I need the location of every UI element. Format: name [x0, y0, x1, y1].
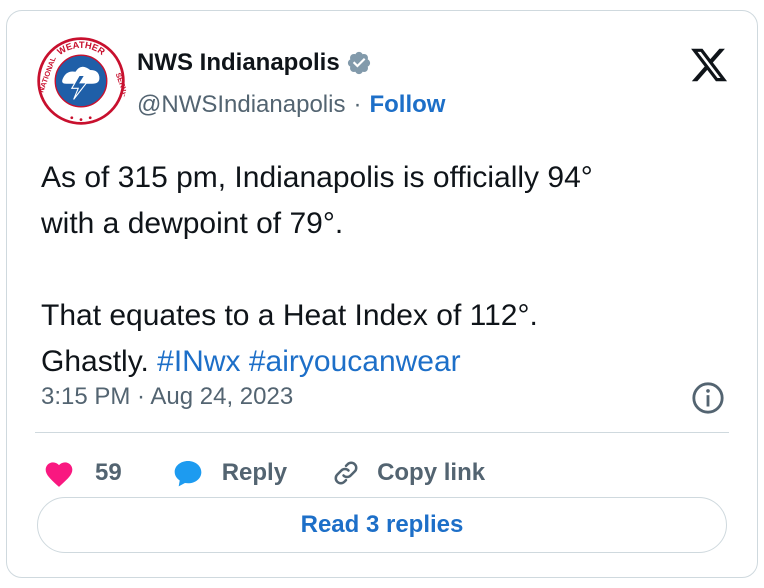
heart-icon: [45, 462, 73, 487]
link-icon: [334, 461, 358, 485]
reply-label: Reply: [221, 459, 288, 486]
reply-button[interactable]: Reply: [172, 458, 287, 488]
like-count: 59: [95, 459, 122, 486]
verified-badge-icon: [347, 51, 370, 75]
copy-link-label: Copy link: [377, 459, 486, 486]
tweet-line-3: That equates to a Heat Index of 112°.: [41, 299, 538, 332]
action-bar: 59 Reply Copy link: [43, 451, 485, 495]
tweet-line-2: with a dewpoint of 79°.: [41, 207, 344, 240]
like-button[interactable]: 59: [43, 458, 122, 488]
tweet-card: WEATHER NATIONAL SERVICE NWS Indianapoli…: [6, 10, 758, 578]
author-name-row: NWS Indianapolis: [137, 49, 372, 77]
author-handle[interactable]: @NWSIndianapolis: [137, 91, 345, 119]
x-logo-icon[interactable]: [689, 45, 729, 85]
copy-link-button[interactable]: Copy link: [331, 458, 485, 488]
tweet-text: As of 315 pm, Indianapolis is officially…: [41, 155, 731, 385]
tweet-line-1: As of 315 pm, Indianapolis is officially…: [41, 161, 593, 194]
hashtag-inwx[interactable]: #INwx: [157, 345, 240, 378]
nws-logo-avatar[interactable]: WEATHER NATIONAL SERVICE: [35, 35, 127, 127]
info-icon[interactable]: [691, 381, 725, 415]
tweet-timestamp[interactable]: 3:15 PM · Aug 24, 2023: [41, 383, 293, 411]
tweet-line-4: Ghastly.: [41, 345, 158, 378]
author-name[interactable]: NWS Indianapolis: [137, 49, 340, 77]
author-handle-row: @NWSIndianapolis · Follow: [137, 91, 445, 119]
divider: [35, 432, 729, 433]
hashtag-airyoucanwear[interactable]: #airyoucanwear: [249, 345, 461, 378]
reply-bubble-icon: [174, 461, 202, 487]
separator-dot: ·: [353, 91, 362, 118]
read-replies-button[interactable]: Read 3 replies: [37, 497, 727, 553]
follow-link[interactable]: Follow: [369, 91, 445, 119]
